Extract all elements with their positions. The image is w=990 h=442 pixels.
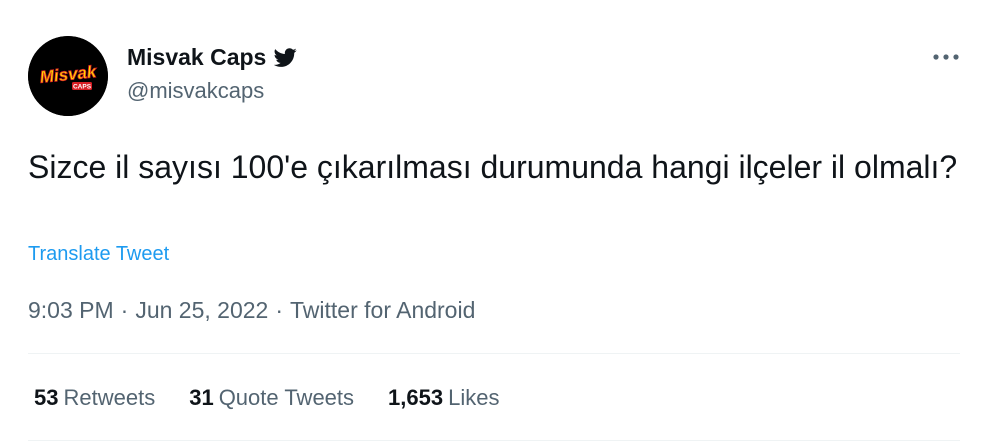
likes-label: Likes	[448, 385, 500, 410]
retweets-count: 53	[34, 385, 59, 410]
meta-separator: ·	[275, 297, 284, 323]
likes-stat[interactable]: 1,653 Likes	[388, 384, 499, 412]
tweet-card: Misvak CAPS Misvak Caps @misvakcaps Sizc…	[0, 0, 990, 442]
tweet-source[interactable]: Twitter for Android	[290, 297, 475, 323]
more-options-button[interactable]	[926, 42, 966, 72]
tweet-time[interactable]: 9:03 PM	[28, 297, 114, 323]
tweet-metadata: 9:03 PM · Jun 25, 2022 · Twitter for Android	[28, 296, 475, 324]
author-name-row: Misvak Caps	[127, 44, 297, 70]
quote-tweets-stat[interactable]: 31 Quote Tweets	[189, 384, 354, 412]
more-options-icon	[933, 54, 959, 60]
twitter-bird-icon	[273, 46, 297, 69]
engagement-stats: 53 Retweets 31 Quote Tweets 1,653 Likes	[34, 384, 533, 412]
meta-separator: ·	[120, 297, 129, 323]
quote-tweets-count: 31	[189, 385, 214, 410]
author-display-name[interactable]: Misvak Caps	[127, 44, 266, 70]
retweets-label: Retweets	[63, 385, 156, 410]
translate-tweet-link[interactable]: Translate Tweet	[28, 242, 169, 266]
retweets-stat[interactable]: 53 Retweets	[34, 384, 155, 412]
author-handle[interactable]: @misvakcaps	[127, 78, 264, 104]
tweet-date[interactable]: Jun 25, 2022	[135, 297, 268, 323]
divider	[28, 353, 960, 354]
misvak-caps-logo: Misvak CAPS	[28, 36, 108, 116]
quote-tweets-label: Quote Tweets	[218, 385, 355, 410]
svg-text:CAPS: CAPS	[73, 84, 92, 91]
divider	[28, 440, 960, 441]
tweet-text: Sizce il sayısı 100'e çıkarılması durumu…	[28, 149, 958, 185]
avatar[interactable]: Misvak CAPS	[28, 36, 108, 116]
likes-count: 1,653	[388, 385, 444, 410]
